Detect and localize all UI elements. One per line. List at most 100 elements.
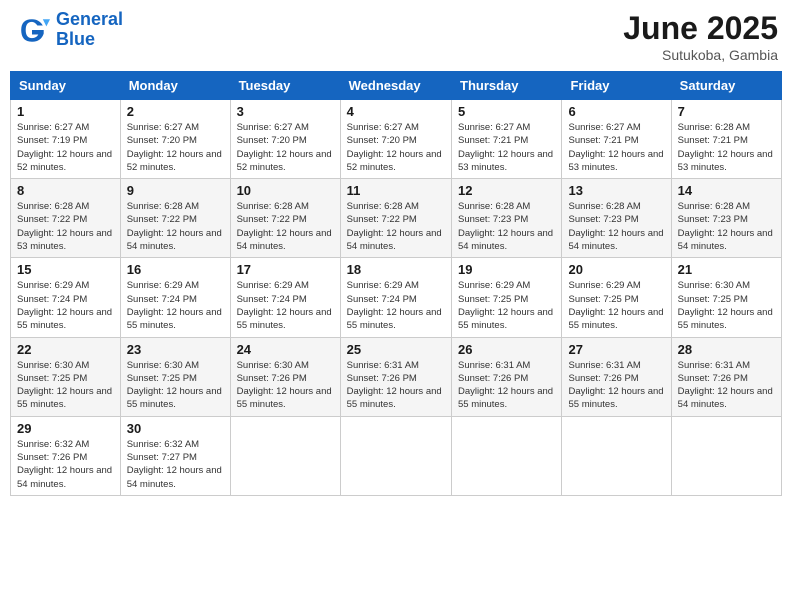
col-wednesday: Wednesday	[340, 72, 451, 100]
day-number: 27	[568, 342, 664, 357]
day-number: 15	[17, 262, 114, 277]
logo-icon	[14, 12, 50, 48]
calendar-cell	[562, 416, 671, 495]
calendar-cell: 25 Sunrise: 6:31 AMSunset: 7:26 PMDaylig…	[340, 337, 451, 416]
location-subtitle: Sutukoba, Gambia	[623, 47, 778, 63]
day-info: Sunrise: 6:28 AMSunset: 7:22 PMDaylight:…	[237, 200, 334, 253]
calendar-cell: 14 Sunrise: 6:28 AMSunset: 7:23 PMDaylig…	[671, 179, 781, 258]
day-info: Sunrise: 6:29 AMSunset: 7:24 PMDaylight:…	[237, 279, 334, 332]
calendar-cell	[340, 416, 451, 495]
day-number: 22	[17, 342, 114, 357]
calendar-cell: 5 Sunrise: 6:27 AMSunset: 7:21 PMDayligh…	[452, 100, 562, 179]
day-number: 14	[678, 183, 775, 198]
day-number: 8	[17, 183, 114, 198]
day-number: 5	[458, 104, 555, 119]
day-info: Sunrise: 6:28 AMSunset: 7:21 PMDaylight:…	[678, 121, 775, 174]
calendar-cell: 20 Sunrise: 6:29 AMSunset: 7:25 PMDaylig…	[562, 258, 671, 337]
day-info: Sunrise: 6:31 AMSunset: 7:26 PMDaylight:…	[458, 359, 555, 412]
calendar-week-1: 1 Sunrise: 6:27 AMSunset: 7:19 PMDayligh…	[11, 100, 782, 179]
day-info: Sunrise: 6:30 AMSunset: 7:25 PMDaylight:…	[127, 359, 224, 412]
day-info: Sunrise: 6:31 AMSunset: 7:26 PMDaylight:…	[678, 359, 775, 412]
day-number: 12	[458, 183, 555, 198]
day-info: Sunrise: 6:31 AMSunset: 7:26 PMDaylight:…	[347, 359, 445, 412]
day-info: Sunrise: 6:30 AMSunset: 7:25 PMDaylight:…	[678, 279, 775, 332]
calendar-cell: 19 Sunrise: 6:29 AMSunset: 7:25 PMDaylig…	[452, 258, 562, 337]
calendar-cell: 17 Sunrise: 6:29 AMSunset: 7:24 PMDaylig…	[230, 258, 340, 337]
day-info: Sunrise: 6:28 AMSunset: 7:22 PMDaylight:…	[17, 200, 114, 253]
day-info: Sunrise: 6:27 AMSunset: 7:20 PMDaylight:…	[347, 121, 445, 174]
month-title: June 2025	[623, 10, 778, 47]
calendar-cell: 27 Sunrise: 6:31 AMSunset: 7:26 PMDaylig…	[562, 337, 671, 416]
day-number: 24	[237, 342, 334, 357]
calendar-cell	[452, 416, 562, 495]
day-number: 23	[127, 342, 224, 357]
day-info: Sunrise: 6:29 AMSunset: 7:24 PMDaylight:…	[347, 279, 445, 332]
calendar-cell: 23 Sunrise: 6:30 AMSunset: 7:25 PMDaylig…	[120, 337, 230, 416]
day-number: 29	[17, 421, 114, 436]
calendar-week-3: 15 Sunrise: 6:29 AMSunset: 7:24 PMDaylig…	[11, 258, 782, 337]
day-number: 10	[237, 183, 334, 198]
day-number: 11	[347, 183, 445, 198]
calendar-cell: 15 Sunrise: 6:29 AMSunset: 7:24 PMDaylig…	[11, 258, 121, 337]
col-sunday: Sunday	[11, 72, 121, 100]
calendar-cell: 13 Sunrise: 6:28 AMSunset: 7:23 PMDaylig…	[562, 179, 671, 258]
col-friday: Friday	[562, 72, 671, 100]
day-info: Sunrise: 6:28 AMSunset: 7:23 PMDaylight:…	[678, 200, 775, 253]
day-number: 2	[127, 104, 224, 119]
calendar-cell: 24 Sunrise: 6:30 AMSunset: 7:26 PMDaylig…	[230, 337, 340, 416]
col-thursday: Thursday	[452, 72, 562, 100]
title-area: June 2025 Sutukoba, Gambia	[623, 10, 778, 63]
calendar-cell: 16 Sunrise: 6:29 AMSunset: 7:24 PMDaylig…	[120, 258, 230, 337]
day-number: 4	[347, 104, 445, 119]
day-info: Sunrise: 6:27 AMSunset: 7:21 PMDaylight:…	[458, 121, 555, 174]
calendar-cell: 7 Sunrise: 6:28 AMSunset: 7:21 PMDayligh…	[671, 100, 781, 179]
calendar-cell: 2 Sunrise: 6:27 AMSunset: 7:20 PMDayligh…	[120, 100, 230, 179]
calendar-cell: 10 Sunrise: 6:28 AMSunset: 7:22 PMDaylig…	[230, 179, 340, 258]
calendar-cell: 12 Sunrise: 6:28 AMSunset: 7:23 PMDaylig…	[452, 179, 562, 258]
day-info: Sunrise: 6:27 AMSunset: 7:19 PMDaylight:…	[17, 121, 114, 174]
day-info: Sunrise: 6:30 AMSunset: 7:25 PMDaylight:…	[17, 359, 114, 412]
day-info: Sunrise: 6:31 AMSunset: 7:26 PMDaylight:…	[568, 359, 664, 412]
calendar-cell: 30 Sunrise: 6:32 AMSunset: 7:27 PMDaylig…	[120, 416, 230, 495]
day-info: Sunrise: 6:29 AMSunset: 7:25 PMDaylight:…	[568, 279, 664, 332]
calendar-cell: 11 Sunrise: 6:28 AMSunset: 7:22 PMDaylig…	[340, 179, 451, 258]
day-info: Sunrise: 6:27 AMSunset: 7:20 PMDaylight:…	[127, 121, 224, 174]
day-info: Sunrise: 6:27 AMSunset: 7:20 PMDaylight:…	[237, 121, 334, 174]
day-number: 7	[678, 104, 775, 119]
day-info: Sunrise: 6:28 AMSunset: 7:23 PMDaylight:…	[568, 200, 664, 253]
day-number: 30	[127, 421, 224, 436]
header: General Blue June 2025 Sutukoba, Gambia	[10, 10, 782, 63]
day-info: Sunrise: 6:28 AMSunset: 7:22 PMDaylight:…	[347, 200, 445, 253]
day-info: Sunrise: 6:32 AMSunset: 7:26 PMDaylight:…	[17, 438, 114, 491]
day-info: Sunrise: 6:30 AMSunset: 7:26 PMDaylight:…	[237, 359, 334, 412]
day-number: 1	[17, 104, 114, 119]
calendar-cell: 21 Sunrise: 6:30 AMSunset: 7:25 PMDaylig…	[671, 258, 781, 337]
day-number: 21	[678, 262, 775, 277]
day-number: 25	[347, 342, 445, 357]
calendar-cell: 29 Sunrise: 6:32 AMSunset: 7:26 PMDaylig…	[11, 416, 121, 495]
day-number: 16	[127, 262, 224, 277]
col-monday: Monday	[120, 72, 230, 100]
calendar-cell	[671, 416, 781, 495]
calendar-cell: 3 Sunrise: 6:27 AMSunset: 7:20 PMDayligh…	[230, 100, 340, 179]
day-number: 3	[237, 104, 334, 119]
calendar-cell	[230, 416, 340, 495]
calendar-week-4: 22 Sunrise: 6:30 AMSunset: 7:25 PMDaylig…	[11, 337, 782, 416]
day-number: 17	[237, 262, 334, 277]
calendar-cell: 4 Sunrise: 6:27 AMSunset: 7:20 PMDayligh…	[340, 100, 451, 179]
day-number: 19	[458, 262, 555, 277]
logo-blue: Blue	[56, 29, 95, 49]
day-info: Sunrise: 6:29 AMSunset: 7:24 PMDaylight:…	[17, 279, 114, 332]
calendar-week-5: 29 Sunrise: 6:32 AMSunset: 7:26 PMDaylig…	[11, 416, 782, 495]
calendar-cell: 18 Sunrise: 6:29 AMSunset: 7:24 PMDaylig…	[340, 258, 451, 337]
logo: General Blue	[14, 10, 123, 50]
day-number: 26	[458, 342, 555, 357]
day-info: Sunrise: 6:27 AMSunset: 7:21 PMDaylight:…	[568, 121, 664, 174]
col-saturday: Saturday	[671, 72, 781, 100]
logo-general: General	[56, 9, 123, 29]
calendar-week-2: 8 Sunrise: 6:28 AMSunset: 7:22 PMDayligh…	[11, 179, 782, 258]
day-number: 18	[347, 262, 445, 277]
calendar-cell: 22 Sunrise: 6:30 AMSunset: 7:25 PMDaylig…	[11, 337, 121, 416]
day-number: 13	[568, 183, 664, 198]
col-tuesday: Tuesday	[230, 72, 340, 100]
